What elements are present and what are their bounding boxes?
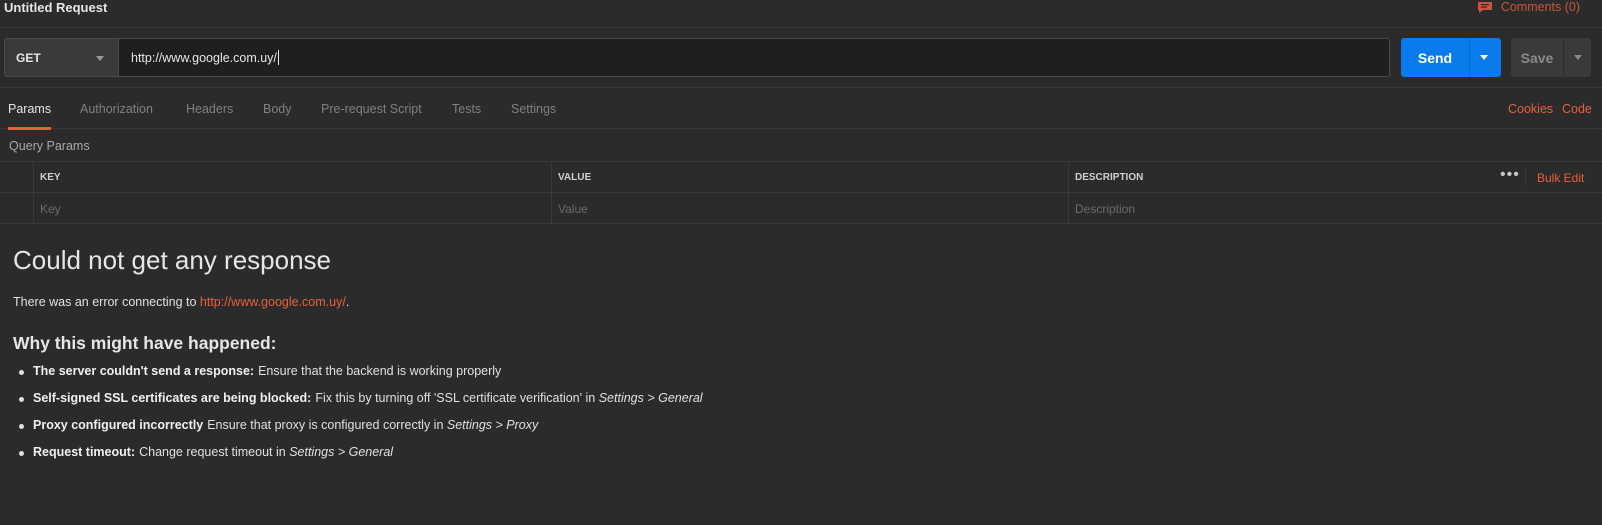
- list-item: Proxy configured incorrectly Ensure that …: [19, 418, 703, 445]
- value-column-header: VALUE: [551, 162, 1068, 193]
- request-tabs: Params Authorization Headers Body Pre-re…: [0, 88, 1602, 130]
- method-select[interactable]: GET: [4, 38, 118, 77]
- table-header-row: KEY VALUE DESCRIPTION ••• Bulk Edit: [0, 162, 1602, 193]
- cookies-link[interactable]: Cookies: [1508, 88, 1553, 129]
- tab-params[interactable]: Params: [8, 88, 52, 130]
- save-button[interactable]: Save: [1511, 38, 1591, 77]
- comments-button[interactable]: Comments (0): [1477, 0, 1580, 14]
- why-title: Why this might have happened:: [13, 333, 277, 353]
- send-options-chevron-icon[interactable]: [1480, 55, 1488, 60]
- comment-icon: [1477, 1, 1493, 14]
- reason-setting: Settings > General: [289, 445, 394, 459]
- error-url-link[interactable]: http://www.google.com.uy/: [200, 295, 346, 309]
- error-prefix: There was an error connecting to: [13, 295, 200, 309]
- send-divider: [1469, 38, 1470, 77]
- method-label: GET: [16, 50, 41, 65]
- error-suffix: .: [345, 295, 350, 309]
- url-input[interactable]: http://www.google.com.uy/: [118, 38, 1390, 77]
- key-input[interactable]: Key: [33, 193, 551, 224]
- request-header: Untitled Request Comments (0): [0, 0, 1602, 28]
- reason-text: Ensure that proxy is configured correctl…: [207, 418, 447, 432]
- description-column-header: DESCRIPTION: [1068, 162, 1602, 193]
- comments-label: Comments (0): [1500, 0, 1580, 14]
- reason-text: Ensure that the backend is working prope…: [258, 364, 502, 378]
- save-divider: [1563, 38, 1564, 77]
- reason-text: Change request timeout in: [139, 445, 290, 459]
- bulk-edit-button[interactable]: Bulk Edit: [1537, 162, 1584, 193]
- more-options-icon[interactable]: •••: [1500, 167, 1520, 183]
- list-item: The server couldn't send a response: Ensu…: [19, 364, 703, 391]
- reason-title: Request timeout:: [33, 445, 136, 459]
- url-value: http://www.google.com.uy/: [131, 50, 277, 65]
- tab-headers[interactable]: Headers: [186, 88, 233, 129]
- reason-text: Fix this by turning off 'SSL certificate…: [315, 391, 599, 405]
- query-params-title: Query Params: [9, 139, 90, 153]
- chevron-down-icon: [96, 56, 104, 61]
- reason-setting: Settings > Proxy: [446, 418, 539, 432]
- description-input[interactable]: Description: [1068, 193, 1602, 224]
- value-input[interactable]: Value: [551, 193, 1068, 224]
- bulk-edit-divider: [1525, 169, 1526, 186]
- request-title[interactable]: Untitled Request: [4, 0, 107, 15]
- url-bar: GET http://www.google.com.uy/ Send Save: [0, 28, 1602, 88]
- send-label: Send: [1417, 49, 1453, 66]
- tab-body[interactable]: Body: [263, 88, 292, 129]
- list-item: Self-signed SSL certificates are being b…: [19, 391, 703, 418]
- error-message: There was an error connecting to http://…: [13, 295, 349, 309]
- save-label: Save: [1520, 49, 1554, 66]
- reason-title: Proxy configured incorrectly: [33, 418, 204, 432]
- tab-authorization[interactable]: Authorization: [80, 88, 153, 129]
- query-params-table: KEY VALUE DESCRIPTION ••• Bulk Edit Key …: [0, 161, 1602, 224]
- table-row: Key Value Description: [0, 193, 1602, 224]
- error-title: Could not get any response: [13, 245, 331, 275]
- tab-settings[interactable]: Settings: [511, 88, 556, 129]
- tab-pre-request-script[interactable]: Pre-request Script: [321, 88, 422, 129]
- key-column-header: KEY: [33, 162, 551, 193]
- tab-tests[interactable]: Tests: [452, 88, 481, 129]
- text-cursor: [277, 50, 279, 65]
- send-button[interactable]: Send: [1401, 38, 1501, 77]
- reasons-list: The server couldn't send a response: Ensu…: [19, 364, 703, 472]
- save-options-chevron-icon[interactable]: [1574, 55, 1582, 60]
- reason-title: Self-signed SSL certificates are being b…: [33, 391, 312, 405]
- reason-setting: Settings > General: [598, 391, 703, 405]
- list-item: Request timeout: Change request timeout i…: [19, 445, 703, 472]
- reason-title: The server couldn't send a response:: [33, 364, 255, 378]
- code-link[interactable]: Code: [1562, 88, 1592, 129]
